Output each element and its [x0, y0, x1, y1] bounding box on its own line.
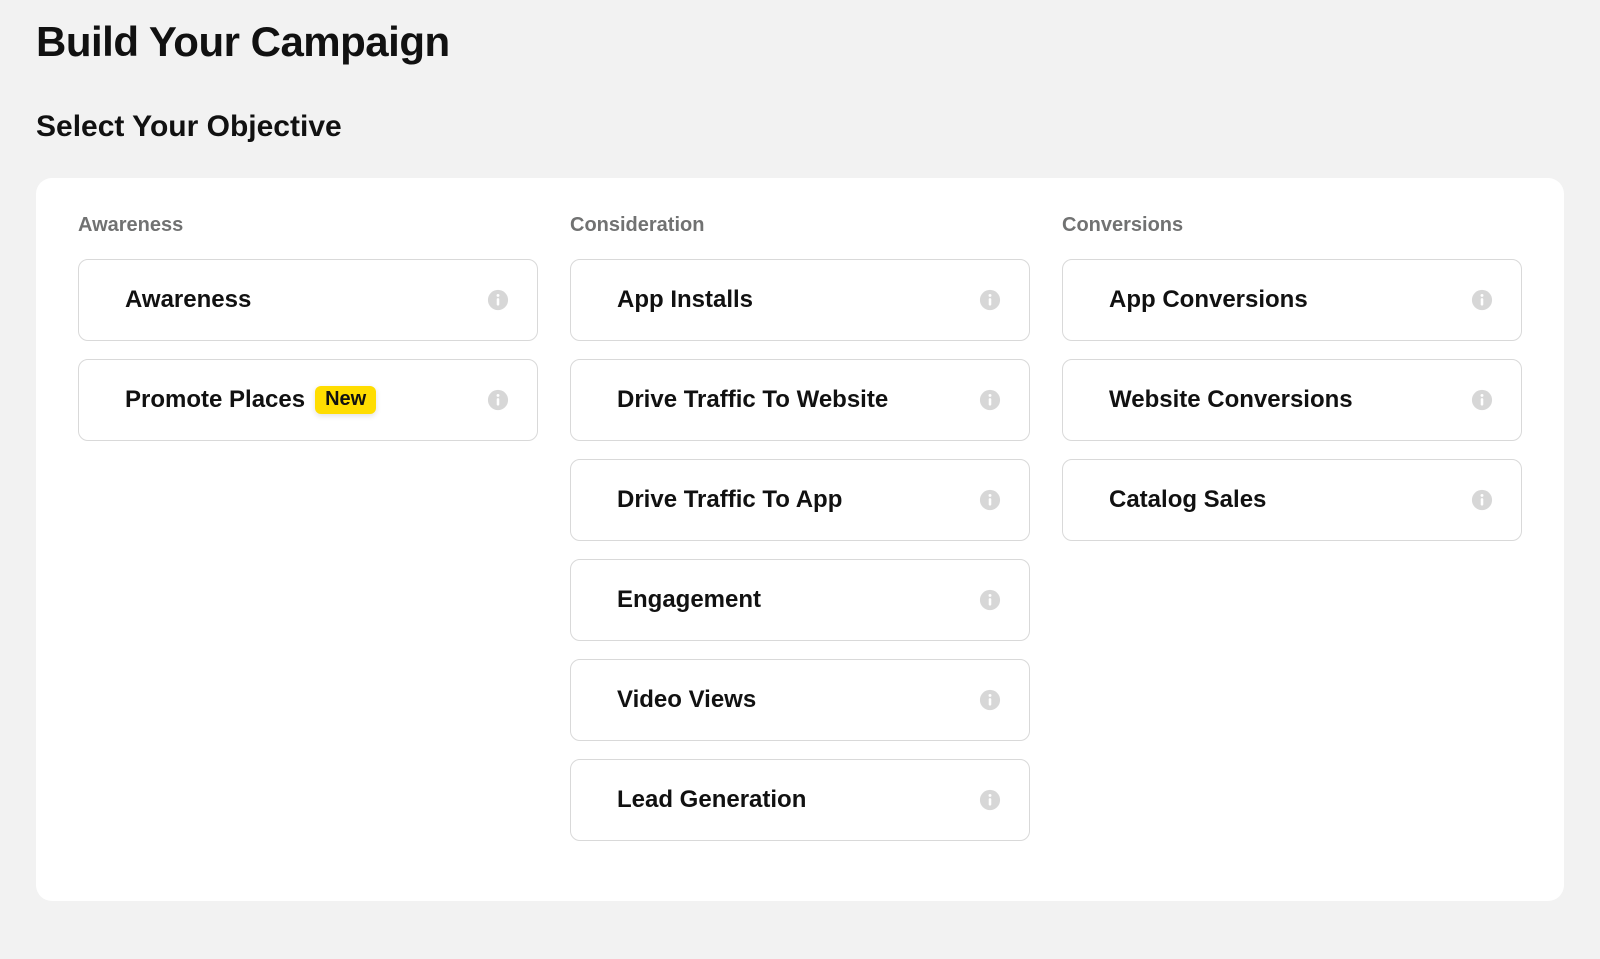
page-title: Build Your Campaign [36, 18, 1564, 66]
option-main: Website Conversions [1109, 386, 1353, 414]
column-header-consideration: Consideration [570, 214, 1030, 237]
info-icon [1471, 389, 1493, 411]
option-main: Catalog Sales [1109, 486, 1266, 514]
option-info-button[interactable] [979, 589, 1001, 611]
column-header-awareness: Awareness [78, 214, 538, 237]
option-label: Lead Generation [617, 786, 806, 814]
option-label: Website Conversions [1109, 386, 1353, 414]
info-icon [487, 389, 509, 411]
objective-option-drive-traffic-app[interactable]: Drive Traffic To App [570, 459, 1030, 541]
option-main: Engagement [617, 586, 761, 614]
option-label: Engagement [617, 586, 761, 614]
objective-option-app-conversions[interactable]: App Conversions [1062, 259, 1522, 341]
option-label: Drive Traffic To Website [617, 386, 888, 414]
objective-option-app-installs[interactable]: App Installs [570, 259, 1030, 341]
option-main: Drive Traffic To App [617, 486, 842, 514]
option-label: Promote Places [125, 386, 305, 414]
option-info-button[interactable] [979, 789, 1001, 811]
objective-option-lead-generation[interactable]: Lead Generation [570, 759, 1030, 841]
info-icon [1471, 489, 1493, 511]
option-label: Awareness [125, 286, 251, 314]
option-info-button[interactable] [979, 689, 1001, 711]
objective-column-consideration: Consideration App Installs Drive Traffic … [570, 214, 1030, 859]
objective-option-drive-traffic-website[interactable]: Drive Traffic To Website [570, 359, 1030, 441]
info-icon [979, 589, 1001, 611]
objective-option-awareness[interactable]: Awareness [78, 259, 538, 341]
objective-columns: Awareness Awareness Promote Places New Con… [78, 214, 1522, 859]
option-main: App Installs [617, 286, 753, 314]
option-info-button[interactable] [979, 389, 1001, 411]
option-info-button[interactable] [979, 489, 1001, 511]
info-icon [487, 289, 509, 311]
option-main: Drive Traffic To Website [617, 386, 888, 414]
info-icon [979, 289, 1001, 311]
info-icon [979, 789, 1001, 811]
new-badge: New [315, 386, 376, 414]
option-label: App Installs [617, 286, 753, 314]
column-header-conversions: Conversions [1062, 214, 1522, 237]
option-info-button[interactable] [979, 289, 1001, 311]
objective-column-conversions: Conversions App Conversions Website Conve… [1062, 214, 1522, 859]
info-icon [979, 489, 1001, 511]
objective-option-promote-places[interactable]: Promote Places New [78, 359, 538, 441]
option-main: App Conversions [1109, 286, 1308, 314]
campaign-builder-page: Build Your Campaign Select Your Objectiv… [0, 0, 1600, 937]
option-label: Video Views [617, 686, 756, 714]
option-label: Catalog Sales [1109, 486, 1266, 514]
info-icon [1471, 289, 1493, 311]
objective-option-video-views[interactable]: Video Views [570, 659, 1030, 741]
objective-option-engagement[interactable]: Engagement [570, 559, 1030, 641]
objective-option-website-conversions[interactable]: Website Conversions [1062, 359, 1522, 441]
section-subtitle: Select Your Objective [36, 110, 1564, 144]
option-main: Promote Places New [125, 386, 376, 414]
option-info-button[interactable] [487, 389, 509, 411]
option-label: App Conversions [1109, 286, 1308, 314]
option-info-button[interactable] [1471, 489, 1493, 511]
option-info-button[interactable] [1471, 289, 1493, 311]
objective-option-catalog-sales[interactable]: Catalog Sales [1062, 459, 1522, 541]
option-info-button[interactable] [1471, 389, 1493, 411]
option-main: Lead Generation [617, 786, 806, 814]
info-icon [979, 689, 1001, 711]
info-icon [979, 389, 1001, 411]
option-label: Drive Traffic To App [617, 486, 842, 514]
objective-column-awareness: Awareness Awareness Promote Places New [78, 214, 538, 859]
objective-card: Awareness Awareness Promote Places New Con… [36, 178, 1564, 901]
option-main: Awareness [125, 286, 251, 314]
option-info-button[interactable] [487, 289, 509, 311]
option-main: Video Views [617, 686, 756, 714]
